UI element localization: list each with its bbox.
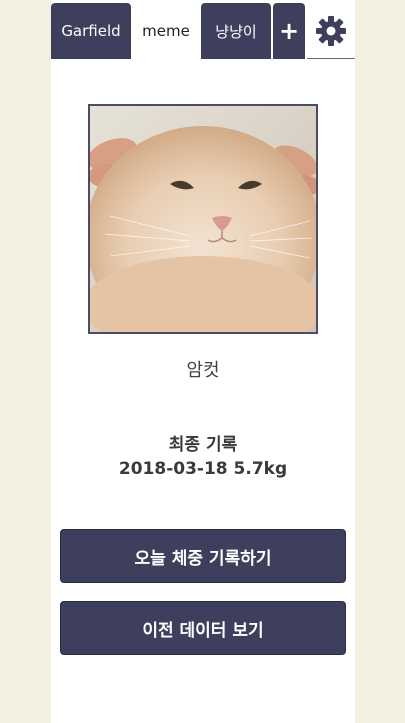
tab-nyangnyangi[interactable]: 냥냥이 <box>201 3 271 59</box>
cat-image <box>90 106 316 332</box>
cat-tabs: Garfield meme 냥냥이 + <box>51 3 355 60</box>
cat-photo <box>88 104 318 334</box>
settings-button[interactable] <box>307 3 355 59</box>
view-history-button[interactable]: 이전 데이터 보기 <box>60 601 346 655</box>
gear-icon <box>316 15 346 46</box>
cat-gender-label: 암컷 <box>186 360 220 381</box>
tab-meme[interactable]: meme <box>133 3 199 59</box>
last-record-label: 최종 기록 <box>168 435 238 455</box>
add-tab-button[interactable]: + <box>273 3 305 59</box>
record-weight-button[interactable]: 오늘 체중 기록하기 <box>60 529 346 583</box>
main-panel: Garfield meme 냥냥이 + 암컷 최종 기록 2018-03-18 … <box>51 0 355 723</box>
last-record-value: 2018-03-18 5.7kg <box>118 459 288 479</box>
tab-garfield[interactable]: Garfield <box>51 3 131 59</box>
